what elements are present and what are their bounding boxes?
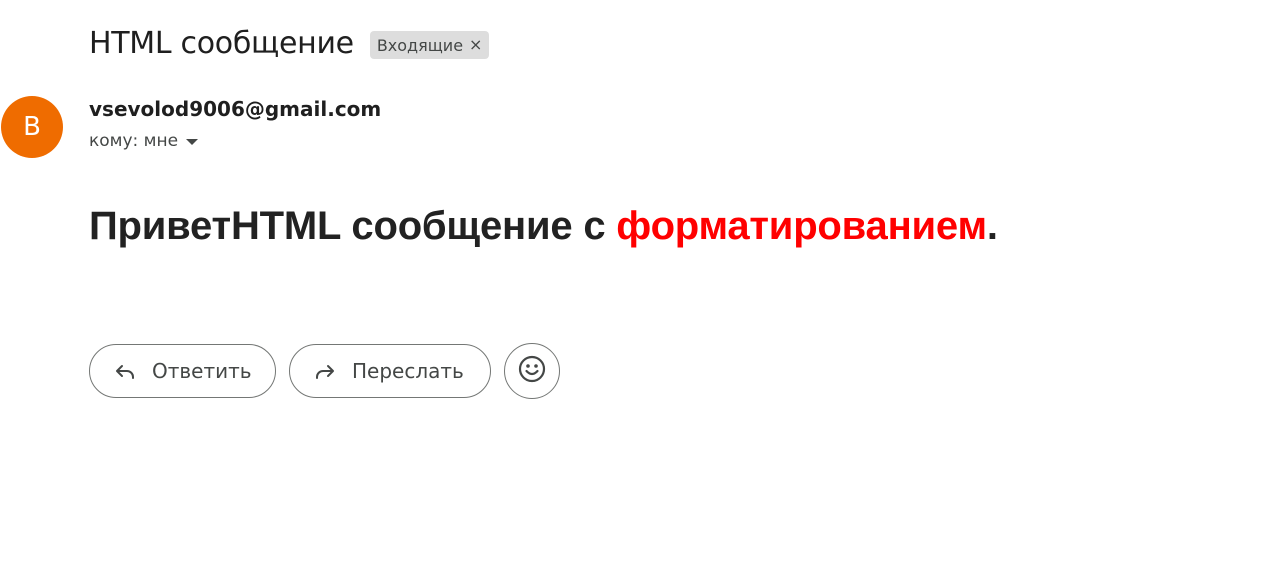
subject-header: HTML сообщение Входящие × (89, 22, 490, 66)
forward-label: Переслать (352, 359, 464, 383)
reply-arrow-icon (112, 358, 138, 384)
message-actions: Ответить Переслать (89, 343, 560, 399)
body-text-end: . (986, 204, 998, 248)
inbox-label-chip[interactable]: Входящие × (369, 31, 490, 59)
chevron-down-icon[interactable] (186, 139, 199, 145)
sender-address[interactable]: vsevolod9006@gmail.com (89, 97, 381, 121)
recipient-details-toggle[interactable]: кому: мне (89, 131, 199, 151)
recipient-text: кому: мне (89, 131, 179, 151)
remove-label-icon[interactable]: × (469, 37, 482, 53)
smiley-face-icon (517, 354, 547, 389)
forward-arrow-icon (312, 358, 338, 384)
forward-button[interactable]: Переслать (289, 344, 491, 398)
reply-label: Ответить (152, 359, 252, 383)
sender-avatar[interactable]: B (1, 96, 63, 158)
body-text-highlighted: форматированием (616, 204, 987, 248)
email-body: ПриветHTML сообщение с форматированием. (89, 204, 998, 249)
reply-button[interactable]: Ответить (89, 344, 276, 398)
email-subject: HTML сообщение (89, 26, 354, 61)
emoji-reaction-button[interactable] (504, 343, 560, 399)
body-text-plain: ПриветHTML сообщение с (89, 204, 617, 248)
inbox-label-text: Входящие (376, 35, 464, 55)
